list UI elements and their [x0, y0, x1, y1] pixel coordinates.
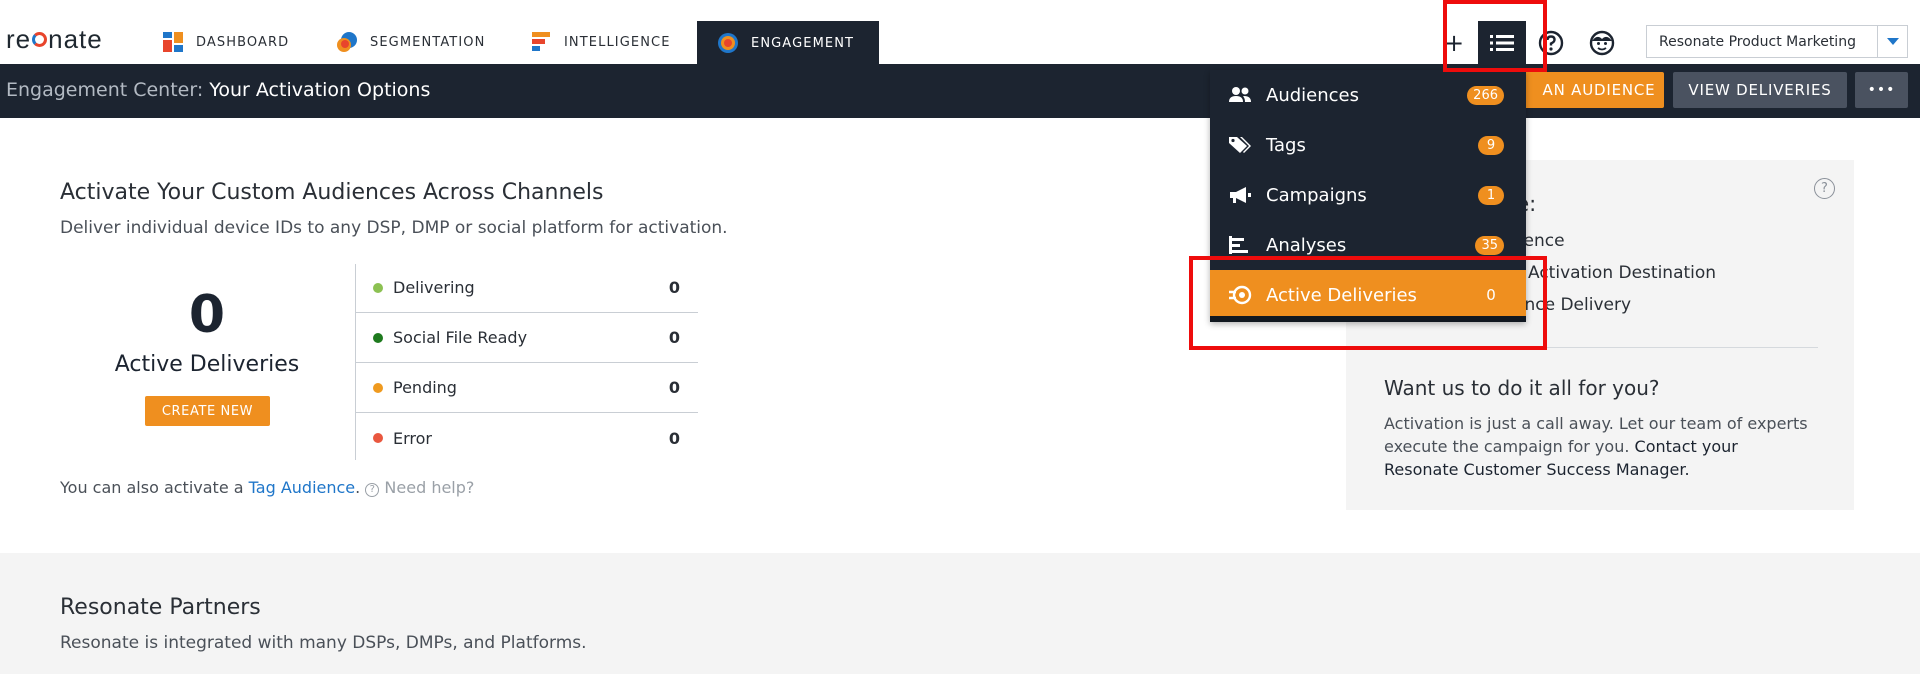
status-label: Delivering — [393, 278, 475, 297]
activate-audience-label: AN AUDIENCE — [1542, 81, 1656, 99]
dashboard-icon — [162, 31, 184, 53]
people-icon — [1229, 87, 1251, 102]
account-select[interactable]: Resonate Product Marketing — [1646, 25, 1908, 58]
question-circle-icon: ? — [365, 483, 380, 497]
cta-title: Want us to do it all for you? — [1384, 376, 1660, 400]
count-badge: 266 — [1467, 85, 1504, 105]
contact-csm-link-2[interactable]: Resonate Customer Success Manager. — [1384, 460, 1690, 479]
status-dot — [373, 433, 383, 443]
status-row-delivering: Delivering 0 — [356, 263, 698, 313]
breadcrumb: Engagement Center: Your Activation Optio… — [6, 79, 430, 101]
partners-section — [0, 553, 1920, 674]
tab-label: INTELLIGENCE — [564, 34, 671, 50]
resonate-logo[interactable]: re nate — [6, 24, 103, 55]
segmentation-icon — [336, 31, 358, 53]
cta-body-line-1: Activation is just a call away. Let our … — [1384, 414, 1808, 433]
profile-button[interactable] — [1578, 21, 1626, 64]
cta-body: Activation is just a call away. Let our … — [1384, 412, 1844, 481]
status-label: Error — [393, 428, 432, 448]
profile-icon — [1589, 30, 1615, 55]
status-dot — [373, 332, 383, 343]
status-value: 0 — [668, 328, 680, 347]
highlight-box-list-button — [1443, 0, 1547, 72]
status-label: Social File Ready — [393, 328, 528, 347]
active-deliveries-label: Active Deliveries — [114, 352, 300, 377]
section-subtitle: Deliver individual device IDs to any DSP… — [60, 218, 728, 238]
more-icon: ••• — [1867, 82, 1896, 98]
breadcrumb-prefix: Engagement Center: — [6, 79, 204, 101]
footnote-period: . — [355, 478, 361, 497]
megaphone-icon — [1230, 187, 1251, 203]
menu-item-audiences[interactable]: Audiences 266 — [1210, 70, 1526, 120]
menu-item-label: Audiences — [1266, 84, 1359, 106]
view-deliveries-label: VIEW DELIVERIES — [1688, 81, 1832, 99]
status-value: 0 — [668, 428, 680, 448]
menu-item-campaigns[interactable]: Campaigns 1 — [1210, 170, 1526, 220]
status-dot — [373, 382, 383, 393]
menu-item-label: Analyses — [1266, 234, 1347, 256]
account-name: Resonate Product Marketing — [1659, 33, 1856, 50]
tab-label: DASHBOARD — [196, 34, 290, 50]
tab-engagement[interactable]: ENGAGEMENT — [697, 21, 879, 65]
status-label: Pending — [393, 378, 457, 397]
count-badge: 1 — [1478, 185, 1504, 205]
status-row-pending: Pending 0 — [356, 363, 698, 413]
need-help-link[interactable]: ? Need help? — [365, 478, 474, 497]
menu-item-label: Campaigns — [1266, 184, 1367, 206]
intelligence-icon — [530, 31, 552, 53]
engagement-icon — [717, 32, 739, 54]
status-dot — [373, 282, 383, 293]
page-title: Your Activation Options — [209, 79, 431, 101]
active-deliveries-count: 0 — [188, 285, 226, 345]
status-value: 0 — [668, 278, 680, 297]
contact-csm-link[interactable]: Contact your — [1635, 437, 1738, 456]
tab-label: ENGAGEMENT — [751, 35, 855, 51]
need-help-label: Need help? — [384, 478, 475, 497]
menu-item-tags[interactable]: Tags 9 — [1210, 120, 1526, 170]
count-badge: 35 — [1475, 235, 1504, 255]
menu-item-label: Tags — [1266, 134, 1306, 156]
tab-intelligence[interactable]: INTELLIGENCE — [510, 20, 691, 64]
tab-segmentation[interactable]: SEGMENTATION — [316, 20, 505, 64]
tag-audience-link[interactable]: Tag Audience — [249, 478, 355, 497]
view-deliveries-button[interactable]: VIEW DELIVERIES — [1673, 72, 1847, 108]
analyses-icon — [1229, 236, 1248, 254]
chevron-down-icon — [1877, 26, 1907, 57]
tags-icon — [1229, 137, 1251, 153]
activate-audience-button[interactable]: AN AUDIENCE — [1520, 72, 1664, 108]
help-circle-icon[interactable]: ? — [1814, 178, 1835, 199]
count-badge: 9 — [1478, 135, 1504, 155]
status-row-error: Error 0 — [356, 413, 698, 463]
panel-step-2: Activation Destination — [1528, 263, 1717, 283]
top-nav: re nate DASHBOARD SEGMENTATION INTELLIGEN… — [0, 0, 1920, 65]
partners-title: Resonate Partners — [60, 595, 261, 620]
highlight-box-active-deliveries — [1189, 256, 1547, 350]
create-new-button[interactable]: CREATE NEW — [145, 396, 270, 426]
cta-body-line-2: execute the campaign for you. — [1384, 437, 1630, 456]
partners-subtitle: Resonate is integrated with many DSPs, D… — [60, 633, 587, 653]
status-value: 0 — [668, 378, 680, 397]
more-options-button[interactable]: ••• — [1855, 72, 1908, 108]
tab-dashboard[interactable]: DASHBOARD — [142, 20, 309, 64]
tag-audience-footnote: You can also activate a Tag Audience. ? … — [60, 478, 474, 497]
status-row-social-file-ready: Social File Ready 0 — [356, 313, 698, 363]
section-title: Activate Your Custom Audiences Across Ch… — [60, 180, 604, 205]
tab-label: SEGMENTATION — [370, 34, 486, 50]
footnote-text: You can also activate a — [60, 478, 244, 497]
